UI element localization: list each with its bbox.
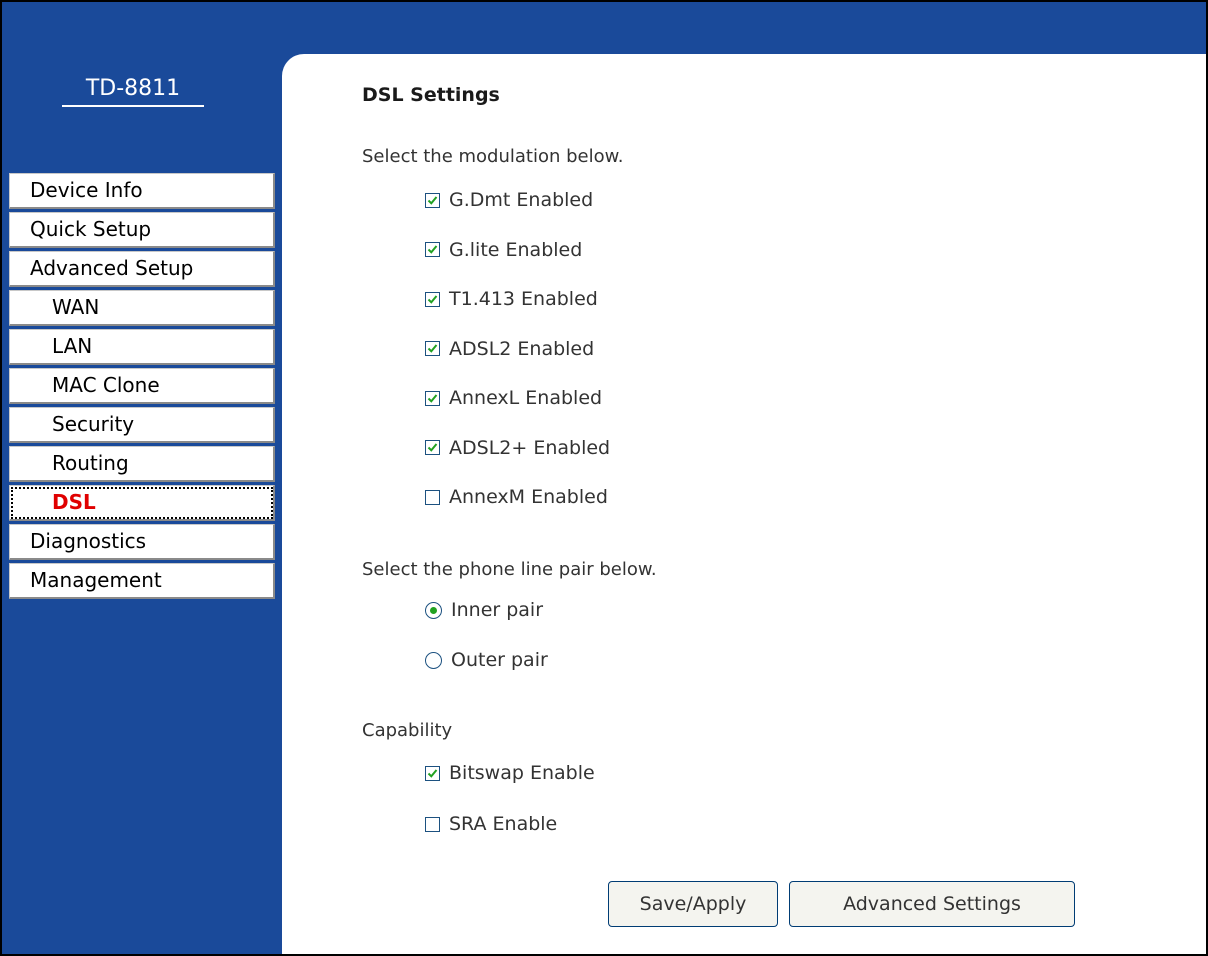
outer-pair-radio[interactable] [425,651,442,669]
nav-management[interactable]: Management [9,563,275,599]
inner-pair-radio[interactable] [425,601,442,619]
checkmark-icon [427,443,438,452]
brand-model: TD-8811 [62,76,204,107]
nav-lan[interactable]: LAN [9,329,275,365]
modulation-section-label: Select the modulation below. [362,146,624,167]
annexm-enabled-label: AnnexM Enabled [449,486,608,508]
phone-pair-section-label: Select the phone line pair below. [362,559,657,580]
capability-section-label: Capability [362,720,453,741]
nav-routing[interactable]: Routing [9,446,275,482]
bitswap-enable-label: Bitswap Enable [449,762,595,784]
g-dmt-enabled-checkbox-row[interactable]: G.Dmt Enabled [425,187,593,213]
adsl2-enabled-checkbox[interactable] [425,341,440,356]
adsl2-enabled-checkbox-row[interactable]: ADSL2+ Enabled [425,435,610,461]
nav-mac-clone[interactable]: MAC Clone [9,368,275,404]
t1-413-enabled-checkbox-row[interactable]: T1.413 Enabled [425,286,598,312]
checkmark-icon [427,344,438,353]
adsl2-enabled-label: ADSL2+ Enabled [449,436,611,459]
annexl-enabled-label: AnnexL Enabled [449,387,603,409]
nav-advanced-setup[interactable]: Advanced Setup [9,251,275,287]
annexm-enabled-checkbox[interactable] [425,489,440,505]
outer-pair-label: Outer pair [451,649,548,671]
checkmark-icon [427,294,438,304]
inner-pair-label: Inner pair [451,599,544,621]
g-lite-enabled-label: G.lite Enabled [449,238,583,261]
content-panel [282,54,1206,954]
inner-pair-radio-row[interactable]: Inner pair [425,597,543,623]
sra-enable-checkbox-row[interactable]: SRA Enable [425,811,557,837]
adsl2-enabled-label: ADSL2 Enabled [449,337,595,360]
nav-quick-setup[interactable]: Quick Setup [9,212,275,248]
annexl-enabled-checkbox-row[interactable]: AnnexL Enabled [425,385,602,411]
sra-enable-checkbox[interactable] [425,816,440,832]
checkmark-icon [427,768,438,778]
save-apply-button[interactable]: Save/Apply [608,881,778,927]
outer-pair-radio-row[interactable]: Outer pair [425,647,548,673]
radio-selected-dot-icon [430,606,437,614]
t1-413-enabled-label: T1.413 Enabled [449,288,598,310]
nav-dsl[interactable]: DSL [9,485,275,521]
nav-device-info[interactable]: Device Info [9,173,275,209]
bitswap-enable-checkbox-row[interactable]: Bitswap Enable [425,760,595,786]
checkmark-icon [427,393,438,403]
nav-wan[interactable]: WAN [9,290,275,326]
bitswap-enable-checkbox[interactable] [425,765,440,781]
sra-enable-label: SRA Enable [449,813,558,835]
page-title: DSL Settings [362,84,500,106]
sidebar-nav: Device Info Quick Setup Advanced Setup WAN L… [9,173,275,602]
g-dmt-enabled-label: G.Dmt Enabled [449,189,594,211]
nav-security[interactable]: Security [9,407,275,443]
checkmark-icon [427,245,438,254]
checkmark-icon [427,195,438,205]
annexm-enabled-checkbox-row[interactable]: AnnexM Enabled [425,484,608,510]
g-lite-enabled-checkbox-row[interactable]: G.lite Enabled [425,237,582,263]
annexl-enabled-checkbox[interactable] [425,390,440,406]
advanced-settings-button[interactable]: Advanced Settings [789,881,1075,927]
g-dmt-enabled-checkbox[interactable] [425,192,440,208]
adsl2-enabled-checkbox[interactable] [425,440,440,455]
g-lite-enabled-checkbox[interactable] [425,242,440,257]
nav-diagnostics[interactable]: Diagnostics [9,524,275,560]
t1-413-enabled-checkbox[interactable] [425,291,440,307]
adsl2-enabled-checkbox-row[interactable]: ADSL2 Enabled [425,336,594,362]
